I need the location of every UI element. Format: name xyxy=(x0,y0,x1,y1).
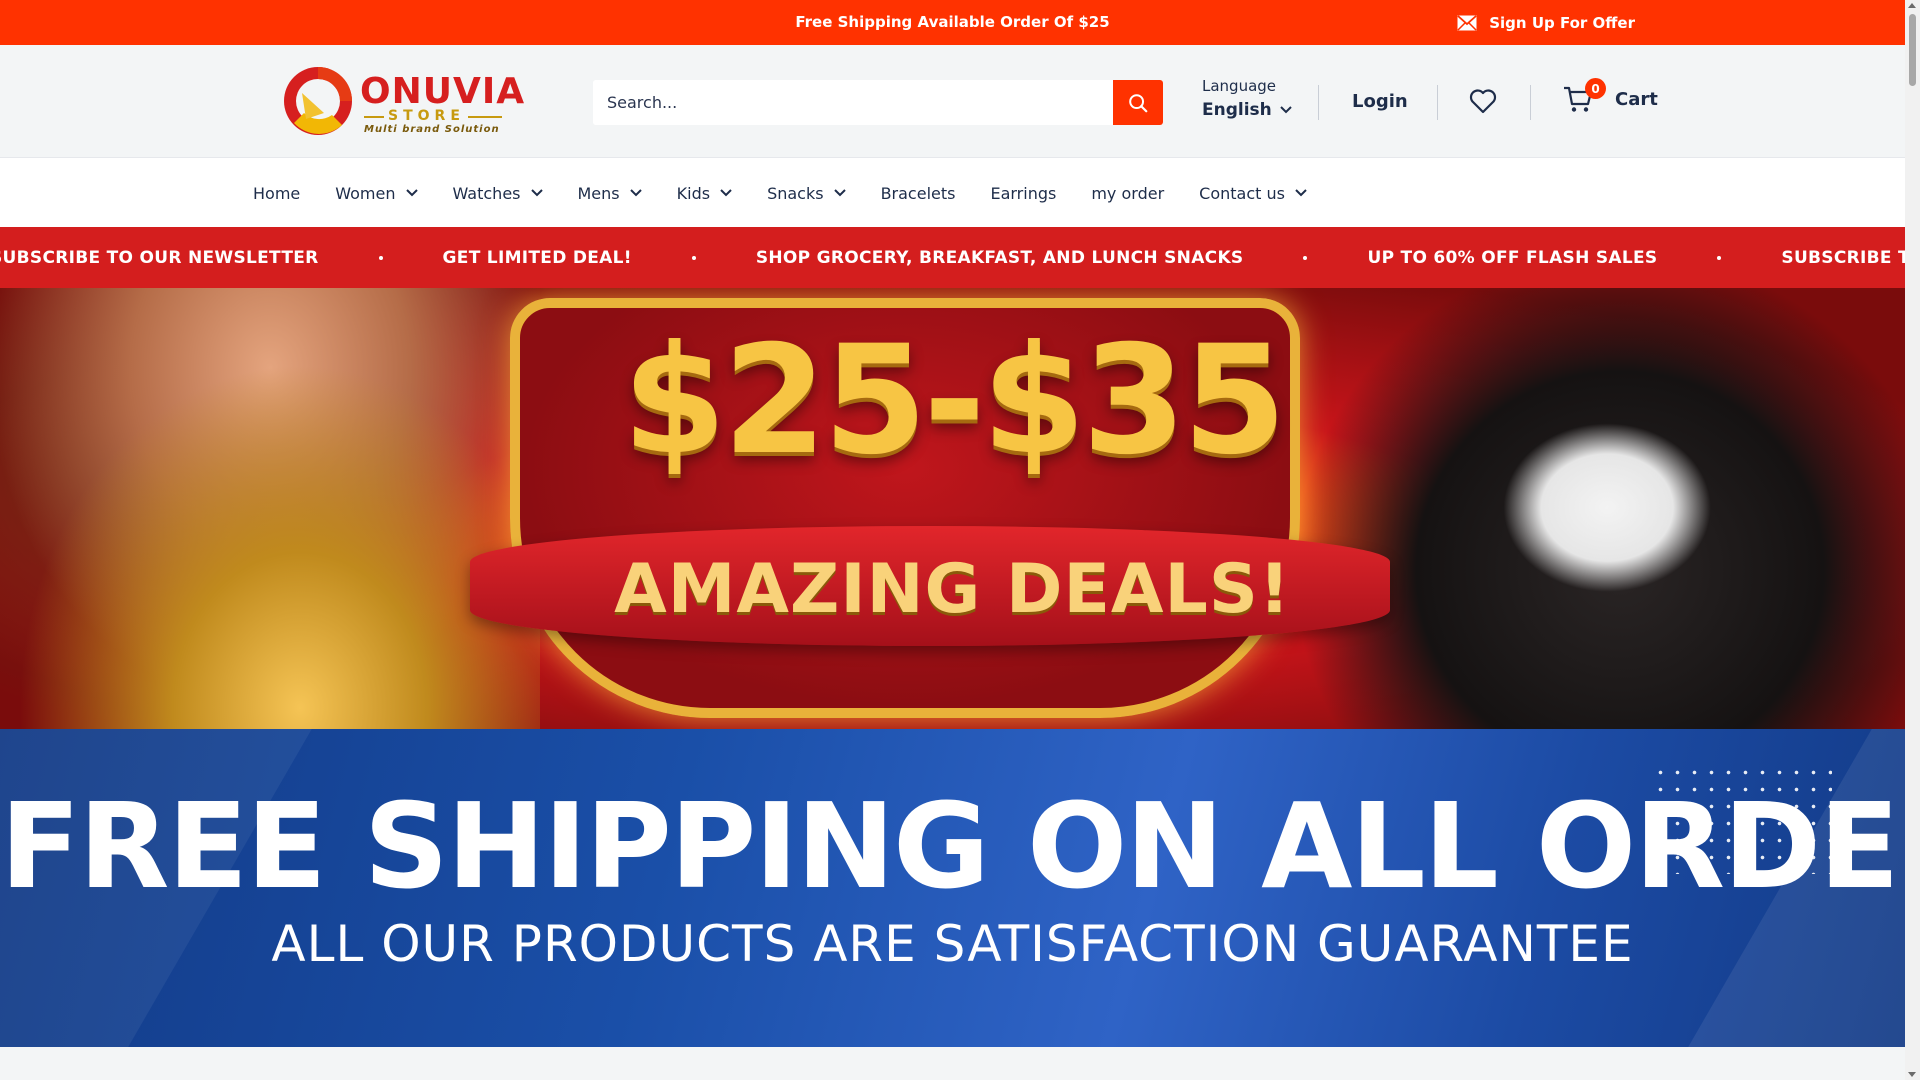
logo-rule-left xyxy=(364,116,384,118)
nav-item-mens[interactable]: Mens xyxy=(578,184,642,203)
search-bar xyxy=(593,80,1163,125)
header-divider xyxy=(1437,85,1438,120)
marquee-separator-dot xyxy=(1717,255,1722,260)
cart-button[interactable]: 0 Cart xyxy=(1563,78,1658,115)
marquee-item[interactable]: SHOP GROCERY, BREAKFAST, AND LUNCH SNACK… xyxy=(756,248,1244,268)
language-label: Language xyxy=(1202,77,1277,95)
nav-item-watches[interactable]: Watches xyxy=(453,184,543,203)
chevron-down-icon xyxy=(1295,189,1307,197)
shipping-subline: ALL OUR PRODUCTS ARE SATISFACTION GUARAN… xyxy=(271,915,1634,973)
nav-item-snacks[interactable]: Snacks xyxy=(767,184,846,203)
nav-item-home[interactable]: Home xyxy=(253,184,300,203)
nav-item-label: Earrings xyxy=(990,183,1057,203)
chevron-down-icon xyxy=(530,189,543,197)
language-value: English xyxy=(1202,100,1292,120)
nav-item-kids[interactable]: Kids xyxy=(677,184,732,203)
nav-item-earrings[interactable]: Earrings xyxy=(990,184,1056,203)
header-divider xyxy=(1318,85,1319,120)
signup-offer-label: Sign Up For Offer xyxy=(1489,13,1635,32)
nav-item-my-order[interactable]: my order xyxy=(1091,184,1164,203)
nav-item-label: Kids xyxy=(676,183,711,203)
logo-store-text: STORE xyxy=(388,108,465,124)
nav-item-label: Home xyxy=(253,183,301,203)
cart-icon-wrap: 0 xyxy=(1563,78,1606,114)
nav-item-label: Contact us xyxy=(1199,183,1285,203)
scrollbar-thumb[interactable] xyxy=(1909,14,1916,86)
nav-item-label: Bracelets xyxy=(880,183,956,203)
promo-marquee: SUBSCRIBE TO OUR NEWSLETTER GET LIMITED D… xyxy=(0,227,1905,288)
marquee-separator-dot xyxy=(378,255,383,260)
marquee-track: SUBSCRIBE TO OUR NEWSLETTER GET LIMITED D… xyxy=(0,227,1905,288)
marquee-separator-dot xyxy=(691,255,696,260)
marquee-separator-dot xyxy=(1303,255,1308,260)
marquee-item[interactable]: SUBSCRIBE TO OUR NEWSLETTER xyxy=(0,248,319,268)
mail-icon xyxy=(1457,14,1477,31)
nav-item-contact-us[interactable]: Contact us xyxy=(1199,184,1307,203)
announcement-bar: Free Shipping Available Order Of $25 Sig… xyxy=(0,0,1905,45)
store-logo[interactable]: ONUVIA STORE Multi brand Solution xyxy=(280,63,526,139)
page-scrollbar[interactable] xyxy=(1905,0,1920,1080)
marquee-item[interactable]: SUBSCRIBE TO OUR NEWSLETTER xyxy=(1781,248,1905,268)
marquee-item[interactable]: UP TO 60% OFF FLASH SALES xyxy=(1367,248,1657,268)
login-link[interactable]: Login xyxy=(1352,91,1408,112)
free-shipping-banner[interactable]: FREE SHIPPING ON ALL ORDER ALL OUR PRODU… xyxy=(0,729,1905,1047)
cart-count-badge: 0 xyxy=(1585,78,1606,99)
wishlist-button[interactable] xyxy=(1469,88,1497,114)
nav-item-bracelets[interactable]: Bracelets xyxy=(881,184,956,203)
search-button[interactable] xyxy=(1113,80,1163,125)
scroll-up-arrow[interactable] xyxy=(1908,3,1916,8)
nav-item-label: Watches xyxy=(452,183,521,203)
marquee-item[interactable]: GET LIMITED DEAL! xyxy=(443,248,632,268)
logo-brand-text: ONUVIA xyxy=(360,71,526,112)
heart-icon xyxy=(1469,89,1497,114)
signup-offer-link[interactable]: Sign Up For Offer xyxy=(1457,0,1635,45)
deals-banner[interactable]: $25-$35 AMAZING DEALS! xyxy=(0,288,1905,729)
chevron-down-icon xyxy=(833,189,846,197)
nav-item-label: Mens xyxy=(577,183,620,203)
chevron-down-icon xyxy=(629,189,642,197)
language-current: English xyxy=(1202,100,1272,120)
chevron-down-icon xyxy=(405,189,418,197)
scroll-down-arrow[interactable] xyxy=(1908,1072,1916,1077)
header-divider xyxy=(1530,85,1531,120)
logo-emblem-icon xyxy=(284,67,352,135)
logo-rule-right xyxy=(468,116,502,118)
search-icon xyxy=(1129,93,1148,112)
site-header: ONUVIA STORE Multi brand Solution Langua… xyxy=(0,45,1905,157)
main-navigation: Home Women Watches Mens Kids Snacks Bracelets E… xyxy=(0,157,1905,227)
nav-item-women[interactable]: Women xyxy=(335,183,418,203)
chevron-down-icon xyxy=(1280,106,1292,114)
logo-tagline: Multi brand Solution xyxy=(364,124,500,135)
nav-item-label: Women xyxy=(335,183,396,203)
deals-price-range: $25-$35 xyxy=(622,314,1286,488)
language-selector[interactable]: Language English xyxy=(1202,77,1292,120)
shipping-headline: FREE SHIPPING ON ALL ORDER xyxy=(0,777,1905,915)
search-input[interactable] xyxy=(593,80,1113,125)
chevron-down-icon xyxy=(720,189,732,197)
deals-headline: AMAZING DEALS! xyxy=(614,550,1291,629)
nav-menu: Home Women Watches Mens Kids Snacks Bracelets E… xyxy=(253,158,1342,228)
page-content-area xyxy=(0,1047,1905,1080)
nav-item-label: my order xyxy=(1091,183,1165,203)
cart-label: Cart xyxy=(1615,88,1658,110)
nav-item-label: Snacks xyxy=(767,183,824,203)
